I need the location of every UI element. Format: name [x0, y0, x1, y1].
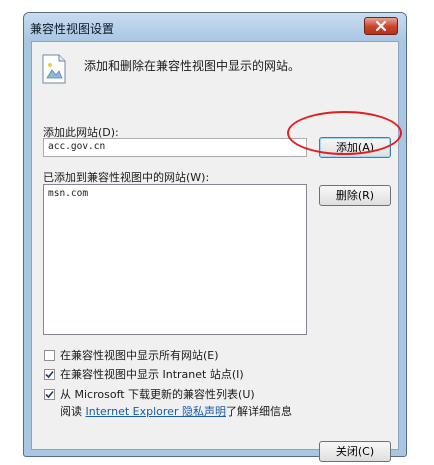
checkmark-icon	[45, 390, 54, 398]
compatibility-view-dialog: 兼容性视图设置 添加和删除在兼容性视图中显示的网站。 添加此网站(D): acc…	[23, 12, 407, 462]
header-description: 添加和删除在兼容性视图中显示的网站。	[84, 59, 301, 73]
checkbox-display-intranet[interactable]	[44, 368, 55, 380]
window-title: 兼容性视图设置	[30, 22, 115, 36]
option-label: 在兼容性视图中显示 Intranet 站点(I)	[60, 368, 244, 381]
checkbox-display-all-sites[interactable]	[44, 349, 55, 361]
add-site-input[interactable]: acc.gov.cn	[43, 138, 307, 157]
remove-button[interactable]: 删除(R)	[319, 185, 391, 206]
option-display-all-sites[interactable]: 在兼容性视图中显示所有网站(E)	[44, 347, 219, 363]
added-sites-label: 已添加到兼容性视图中的网站(W):	[43, 171, 210, 184]
close-window-button[interactable]	[364, 17, 398, 35]
privacy-suffix: 了解详细信息	[225, 405, 292, 418]
close-button[interactable]: 关闭(C)	[319, 441, 391, 462]
privacy-prefix: 阅读	[60, 405, 82, 418]
added-sites-list[interactable]: msn.com	[43, 184, 307, 335]
option-display-intranet[interactable]: 在兼容性视图中显示 Intranet 站点(I)	[44, 366, 244, 382]
privacy-statement-link[interactable]: Internet Explorer 隐私声明	[86, 405, 226, 418]
option-label: 从 Microsoft 下载更新的兼容性列表(U)	[60, 388, 255, 401]
add-button[interactable]: 添加(A)	[319, 137, 391, 158]
list-item[interactable]: msn.com	[48, 188, 302, 199]
close-x-icon	[376, 21, 386, 31]
checkbox-download-updates[interactable]	[44, 388, 55, 400]
option-label: 在兼容性视图中显示所有网站(E)	[60, 349, 219, 362]
option-download-updates[interactable]: 从 Microsoft 下载更新的兼容性列表(U)	[44, 386, 255, 402]
checkmark-icon	[45, 370, 54, 378]
title-bar[interactable]: 兼容性视图设置	[24, 13, 406, 41]
dialog-body: 添加和删除在兼容性视图中显示的网站。 添加此网站(D): acc.gov.cn …	[31, 41, 399, 462]
privacy-statement-line: 阅读 Internet Explorer 隐私声明了解详细信息	[60, 403, 292, 419]
webpage-picture-icon	[42, 54, 66, 84]
